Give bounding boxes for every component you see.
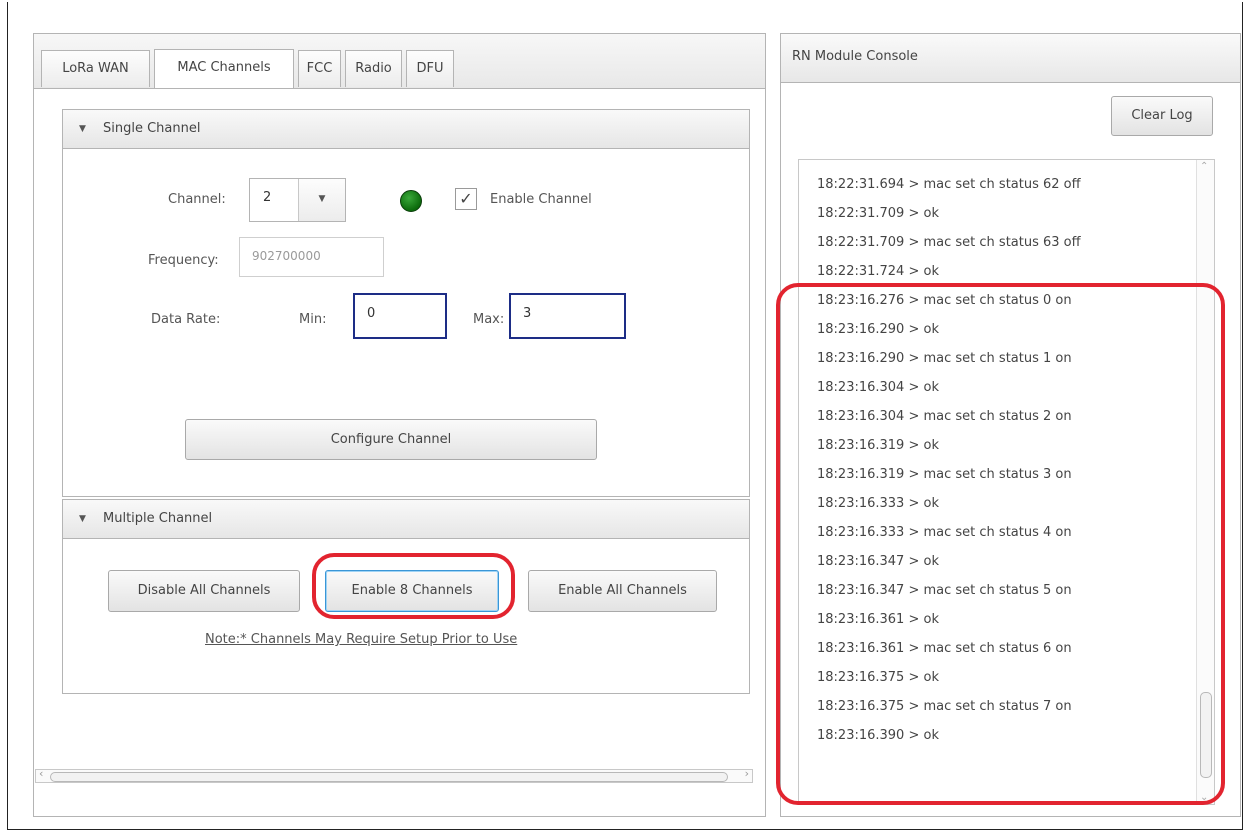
log-line: 18:23:16.390 > ok <box>817 728 939 743</box>
console-title: RN Module Console <box>781 34 1240 83</box>
log-line: 18:23:16.333 > mac set ch status 4 on <box>817 525 1072 540</box>
log-line: 18:23:16.290 > mac set ch status 1 on <box>817 351 1072 366</box>
scrollbar-thumb[interactable] <box>1200 692 1212 778</box>
clipped-log-line: ▬▬▬▬▬ ▬ ▬▬ <box>817 160 957 163</box>
log-line: 18:23:16.304 > mac set ch status 2 on <box>817 409 1072 424</box>
scroll-down-icon[interactable]: ⌄ <box>1200 792 1208 803</box>
log-line: 18:23:16.361 > ok <box>817 612 939 627</box>
log-line: 18:23:16.319 > mac set ch status 3 on <box>817 467 1072 482</box>
multiple-channel-title: Multiple Channel <box>103 511 213 526</box>
tab-fcc[interactable]: FCC <box>298 50 341 87</box>
frequency-field[interactable]: 902700000 <box>239 237 384 277</box>
log-line: 18:23:16.290 > ok <box>817 322 939 337</box>
channel-label: Channel: <box>168 192 226 207</box>
min-data-rate-field[interactable]: 0 <box>353 293 447 339</box>
channel-status-led <box>400 190 422 212</box>
single-channel-title: Single Channel <box>103 121 201 136</box>
max-data-rate-field[interactable]: 3 <box>509 293 626 339</box>
scrollbar-thumb[interactable] <box>50 772 728 782</box>
log-line: 18:23:16.319 > ok <box>817 438 939 453</box>
tab-lora-wan[interactable]: LoRa WAN <box>41 50 150 87</box>
clear-log-button[interactable]: Clear Log <box>1111 96 1213 136</box>
chevron-down-icon[interactable]: ▼ <box>298 179 345 221</box>
data-rate-label: Data Rate: <box>151 312 221 327</box>
scroll-up-icon[interactable]: ⌃ <box>1200 161 1208 172</box>
settings-panel: LoRa WAN MAC Channels FCC Radio DFU ▼ Si… <box>33 33 766 817</box>
enable-8-channels-button[interactable]: Enable 8 Channels <box>325 570 499 612</box>
single-channel-header[interactable]: ▼ Single Channel <box>62 109 750 149</box>
log-line: 18:23:16.304 > ok <box>817 380 939 395</box>
max-label: Max: <box>473 312 505 327</box>
tab-radio[interactable]: Radio <box>345 50 402 87</box>
log-line: 18:23:16.375 > ok <box>817 670 939 685</box>
console-log[interactable]: ▬▬▬▬▬ ▬ ▬▬ 18:22:31.694 > mac set ch sta… <box>798 159 1215 805</box>
scroll-right-icon[interactable]: › <box>745 767 749 780</box>
channel-select-value: 2 <box>263 190 272 205</box>
multiple-channel-header[interactable]: ▼ Multiple Channel <box>62 499 750 539</box>
enable-all-channels-button[interactable]: Enable All Channels <box>528 570 717 612</box>
collapse-triangle-icon: ▼ <box>79 124 86 134</box>
collapse-triangle-icon: ▼ <box>79 514 86 524</box>
log-line: 18:23:16.375 > mac set ch status 7 on <box>817 699 1072 714</box>
tab-mac-channels[interactable]: MAC Channels <box>154 49 294 88</box>
enable-channel-checkbox[interactable]: ✓ <box>455 188 477 210</box>
log-line: 18:22:31.724 > ok <box>817 264 939 279</box>
frequency-label: Frequency: <box>148 253 219 268</box>
log-line: 18:22:31.709 > ok <box>817 206 939 221</box>
disable-all-channels-button[interactable]: Disable All Channels <box>108 570 300 612</box>
horizontal-scrollbar[interactable]: ‹ › <box>35 767 753 783</box>
vertical-scrollbar[interactable]: ⌃ ⌄ <box>1196 160 1214 804</box>
log-line: 18:22:31.709 > mac set ch status 63 off <box>817 235 1081 250</box>
configure-channel-button[interactable]: Configure Channel <box>185 419 597 460</box>
min-label: Min: <box>299 312 327 327</box>
log-line: 18:22:31.694 > mac set ch status 62 off <box>817 177 1081 192</box>
console-panel: RN Module Console Clear Log ▬▬▬▬▬ ▬ ▬▬ 1… <box>780 33 1241 817</box>
log-line: 18:23:16.333 > ok <box>817 496 939 511</box>
log-line: 18:23:16.361 > mac set ch status 6 on <box>817 641 1072 656</box>
log-line: 18:23:16.347 > ok <box>817 554 939 569</box>
log-line: 18:23:16.276 > mac set ch status 0 on <box>817 293 1072 308</box>
single-channel-body: Channel: 2 ▼ ✓ Enable Channel Frequency:… <box>62 149 750 497</box>
channels-setup-note: Note:* Channels May Require Setup Prior … <box>205 632 518 647</box>
multiple-channel-body: Disable All Channels Enable 8 Channels E… <box>62 539 750 694</box>
log-line: 18:23:16.347 > mac set ch status 5 on <box>817 583 1072 598</box>
channel-select[interactable]: 2 ▼ <box>249 178 346 222</box>
tab-strip: LoRa WAN MAC Channels FCC Radio DFU <box>34 34 765 89</box>
enable-channel-label: Enable Channel <box>490 192 592 207</box>
scroll-left-icon[interactable]: ‹ <box>39 767 43 780</box>
tab-dfu[interactable]: DFU <box>406 50 454 87</box>
